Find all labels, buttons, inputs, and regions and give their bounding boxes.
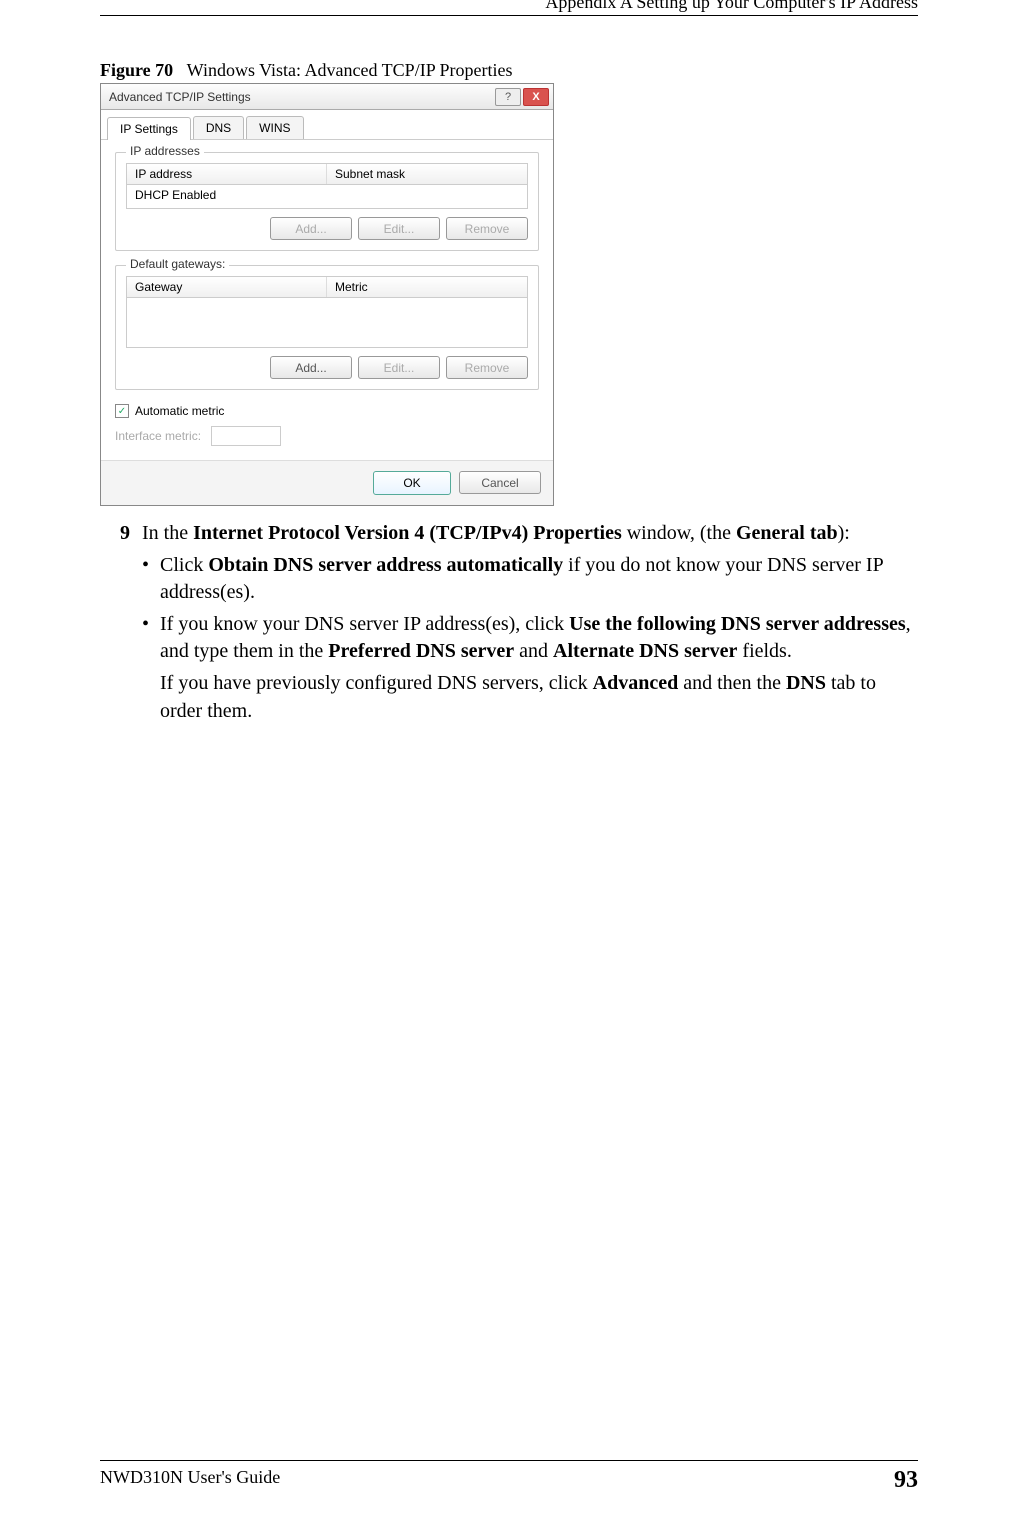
step-number: 9 bbox=[100, 520, 130, 548]
advanced-tcpip-dialog: Advanced TCP/IP Settings ? X IP Settings… bbox=[100, 83, 554, 506]
dialog-titlebar: Advanced TCP/IP Settings ? X bbox=[101, 84, 553, 110]
bullet-2-continuation: If you have previously configured DNS se… bbox=[160, 670, 918, 725]
tab-dns[interactable]: DNS bbox=[193, 116, 244, 139]
page-footer: NWD310N User's Guide 93 bbox=[100, 1460, 918, 1494]
ip-remove-button[interactable]: Remove bbox=[446, 217, 528, 240]
figure-number: Figure 70 bbox=[100, 60, 173, 80]
group-ip-title: IP addresses bbox=[126, 144, 204, 158]
figure-caption: Figure 70 Windows Vista: Advanced TCP/IP… bbox=[100, 60, 918, 81]
cancel-button[interactable]: Cancel bbox=[459, 471, 541, 494]
bullet-2: If you know your DNS server IP address(e… bbox=[160, 611, 918, 666]
gw-remove-button[interactable]: Remove bbox=[446, 356, 528, 379]
group-gw-title: Default gateways: bbox=[126, 257, 229, 271]
tab-strip: IP Settings DNS WINS bbox=[101, 110, 553, 140]
help-icon[interactable]: ? bbox=[495, 88, 521, 106]
footer-guide: NWD310N User's Guide bbox=[100, 1467, 280, 1494]
bullet-icon: • bbox=[142, 552, 160, 607]
close-icon[interactable]: X bbox=[523, 88, 549, 106]
instructions: 9 In the Internet Protocol Version 4 (TC… bbox=[100, 520, 918, 725]
bullet-1: Click Obtain DNS server address automati… bbox=[160, 552, 918, 607]
interface-metric-input[interactable] bbox=[211, 426, 281, 446]
ok-button[interactable]: OK bbox=[373, 471, 451, 495]
figure-title: Windows Vista: Advanced TCP/IP Propertie… bbox=[187, 60, 513, 80]
automatic-metric-checkbox[interactable]: ✓ bbox=[115, 404, 129, 418]
col-metric: Metric bbox=[327, 277, 527, 297]
group-default-gateways: Default gateways: Gateway Metric Add... … bbox=[115, 265, 539, 390]
col-subnet-mask: Subnet mask bbox=[327, 164, 527, 184]
header-appendix: Appendix A Setting up Your Computer's IP… bbox=[100, 0, 918, 13]
step-intro: In the Internet Protocol Version 4 (TCP/… bbox=[142, 520, 918, 548]
tab-wins[interactable]: WINS bbox=[246, 116, 303, 139]
col-ip-address: IP address bbox=[127, 164, 327, 184]
gw-list-body[interactable] bbox=[126, 298, 528, 348]
col-gateway: Gateway bbox=[127, 277, 327, 297]
footer-page-number: 93 bbox=[894, 1467, 918, 1494]
ip-add-button[interactable]: Add... bbox=[270, 217, 352, 240]
group-ip-addresses: IP addresses IP address Subnet mask DHCP… bbox=[115, 152, 539, 251]
gw-add-button[interactable]: Add... bbox=[270, 356, 352, 379]
gw-list-header: Gateway Metric bbox=[126, 276, 528, 298]
gw-edit-button[interactable]: Edit... bbox=[358, 356, 440, 379]
header-rule bbox=[100, 15, 918, 16]
automatic-metric-label: Automatic metric bbox=[135, 404, 224, 418]
ip-list-body[interactable]: DHCP Enabled bbox=[126, 185, 528, 209]
dialog-title: Advanced TCP/IP Settings bbox=[109, 90, 495, 104]
tab-ip-settings[interactable]: IP Settings bbox=[107, 117, 191, 140]
ip-edit-button[interactable]: Edit... bbox=[358, 217, 440, 240]
interface-metric-label: Interface metric: bbox=[115, 429, 201, 443]
ip-list-header: IP address Subnet mask bbox=[126, 163, 528, 185]
bullet-icon: • bbox=[142, 611, 160, 666]
